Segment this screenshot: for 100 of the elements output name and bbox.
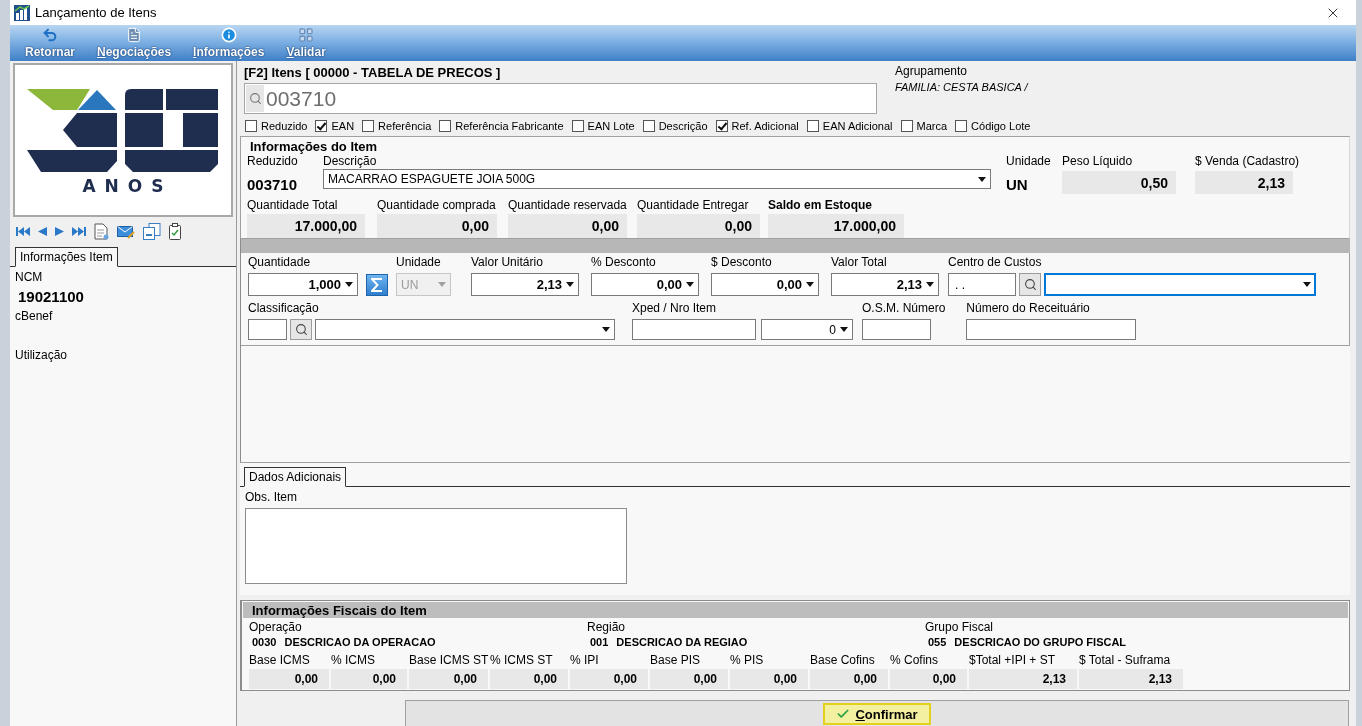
- field-value: UN: [1006, 176, 1028, 193]
- checkbox-label[interactable]: EAN Lote: [587, 120, 635, 132]
- checkbox-label[interactable]: Referência: [378, 120, 432, 132]
- checkbox[interactable]: [362, 120, 375, 132]
- document-icon[interactable]: [94, 222, 109, 240]
- checkbox-label[interactable]: Código Lote: [971, 120, 1031, 132]
- sum-button[interactable]: [366, 273, 388, 296]
- envelope-icon[interactable]: [117, 223, 135, 239]
- field-label: Utilização: [15, 348, 68, 362]
- value-display: 0,00: [377, 214, 497, 238]
- checkbox-label[interactable]: Reduzido: [261, 120, 308, 132]
- logo-caption: ANOS: [82, 176, 173, 196]
- checkbox[interactable]: [571, 120, 584, 132]
- confirm-button[interactable]: Confirmar: [823, 703, 931, 725]
- check-icon: [836, 707, 851, 721]
- checkbox-label[interactable]: Ref. Adicional: [731, 120, 799, 132]
- checkbox[interactable]: [900, 120, 913, 132]
- field-label: % Desconto: [591, 255, 656, 269]
- field-label: Quantidade: [248, 255, 311, 269]
- search-icon: [294, 323, 308, 336]
- value-display: 2,13: [1079, 669, 1183, 689]
- checkbox-label[interactable]: Referência Fabricante: [455, 120, 564, 132]
- dropdown[interactable]: 0,00: [591, 273, 699, 296]
- input-field[interactable]: [248, 319, 287, 340]
- code-text: 055: [928, 636, 947, 648]
- dropdown[interactable]: [1044, 273, 1316, 296]
- checkbox[interactable]: [806, 120, 819, 132]
- dropdown[interactable]: 2,13: [831, 273, 939, 296]
- field-label: Unidade: [396, 255, 441, 269]
- dropdown[interactable]: 2,13: [471, 273, 579, 296]
- value-display: 0,00: [810, 669, 888, 689]
- field-value: FAMILIA: CESTA BASICA /: [895, 81, 1028, 93]
- section-title: Informações do Item: [250, 139, 378, 154]
- description-text: DESCRICAO DA OPERACAO: [284, 636, 436, 648]
- triangle-left-icon[interactable]: [38, 226, 47, 236]
- checkbox-label[interactable]: Descrição: [658, 120, 708, 132]
- checkbox-label[interactable]: EAN: [331, 120, 355, 132]
- caret-down-icon: [345, 282, 353, 287]
- value-display: 0,00: [249, 669, 329, 689]
- text-area[interactable]: [245, 508, 627, 584]
- value-display: 0,00: [637, 214, 760, 238]
- description-text: DESCRICAO DA REGIAO: [616, 636, 748, 648]
- document-icon: [126, 27, 143, 43]
- checkbox[interactable]: [439, 120, 452, 132]
- caret-down-icon: [1303, 282, 1311, 287]
- field-label: Saldo em Estoque: [768, 198, 873, 212]
- value-display: 0,00: [508, 214, 627, 238]
- caret-down-icon: [566, 282, 574, 287]
- caret-down-icon: [602, 327, 610, 332]
- input-field[interactable]: [862, 319, 931, 340]
- caret-down-icon: [926, 282, 934, 287]
- clipboard-check-icon[interactable]: [169, 222, 181, 240]
- caret-down-icon: [978, 176, 986, 182]
- field-label: % ICMS ST: [490, 653, 553, 667]
- value-display: 0,00: [409, 669, 488, 689]
- field-label: Valor Unitário: [471, 255, 543, 269]
- input-field[interactable]: [632, 319, 756, 340]
- search-field[interactable]: 003710: [244, 83, 877, 114]
- field-value: 19021100: [18, 288, 84, 305]
- search-icon: [246, 85, 264, 112]
- search-button[interactable]: [290, 319, 312, 340]
- checkbox-label[interactable]: Marca: [916, 120, 948, 132]
- field-label: Base ICMS: [249, 653, 310, 667]
- dropdown[interactable]: [315, 319, 615, 340]
- description-text: DESCRICAO DO GRUPO FISCAL: [954, 636, 1127, 648]
- documents-icon[interactable]: [143, 222, 161, 240]
- checkbox[interactable]: [315, 120, 328, 132]
- dropdown[interactable]: 0,00: [711, 273, 819, 296]
- skip-back-icon[interactable]: [16, 226, 30, 236]
- field-label: Classificação: [248, 301, 319, 315]
- input-field[interactable]: [966, 319, 1137, 340]
- field-label: Base Cofins: [810, 653, 875, 667]
- field-label: Descrição: [323, 154, 377, 168]
- checkbox[interactable]: [955, 120, 968, 132]
- dropdown[interactable]: MACARRAO ESPAGUETE JOIA 500G: [323, 169, 991, 189]
- field-label: $ Desconto: [711, 255, 772, 269]
- caret-down-icon: [686, 282, 694, 287]
- checkbox[interactable]: [715, 120, 728, 132]
- search-button[interactable]: [1019, 273, 1041, 296]
- tab[interactable]: Informações Item: [15, 247, 118, 267]
- value-display: 0,00: [890, 669, 967, 689]
- field-label: NCM: [15, 270, 43, 284]
- triangle-right-icon[interactable]: [55, 226, 64, 236]
- field-label: cBenef: [15, 309, 53, 323]
- section-title: [F2] Itens [ 00000 - TABELA DE PRECOS ]: [244, 64, 501, 81]
- checkbox-label[interactable]: EAN Adicional: [822, 120, 893, 132]
- checkbox[interactable]: [642, 120, 655, 132]
- value-display: 0,00: [490, 669, 568, 689]
- input-field[interactable]: . .: [948, 273, 1016, 296]
- value-display: 17.000,00: [247, 214, 365, 238]
- tab[interactable]: Dados Adicionais: [244, 467, 347, 487]
- field-label: Obs. Item: [245, 490, 297, 504]
- checkbox[interactable]: [245, 120, 257, 132]
- dropdown[interactable]: 1,000: [248, 273, 358, 296]
- field-label: $ Total - Suframa: [1079, 653, 1171, 667]
- field-label: Xped / Nro Item: [632, 301, 717, 315]
- dropdown[interactable]: 0: [761, 319, 853, 340]
- field-label: % IPI: [570, 653, 599, 667]
- field-label: Valor Total: [831, 255, 887, 269]
- skip-forward-icon[interactable]: [72, 226, 86, 236]
